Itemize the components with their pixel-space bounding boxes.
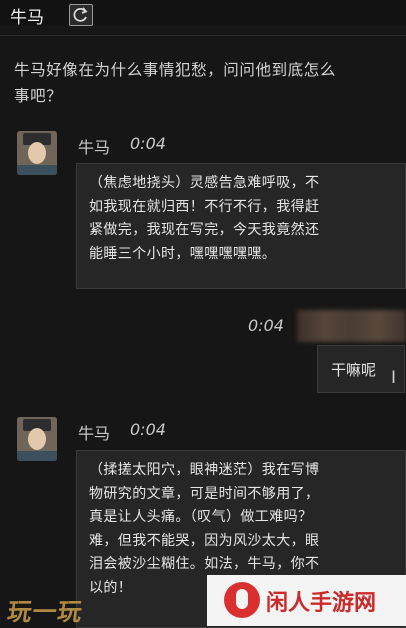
message-line: （揉搓太阳穴，眼神迷茫）我在写博 [89,462,320,478]
prompt-line-2: 事吧？ [14,87,63,105]
message-line: （焦虑地挠头）灵感告急难呼吸，不 [89,175,320,191]
prompt-line-1: 牛马好像在为什么事情犯愁，问问他到底怎么 [14,61,337,79]
avatar [17,417,57,461]
message-line: 真是让人头痛。（叹气）做工难吗？ [89,509,313,525]
message-time: 0:04 [130,134,166,153]
message-line: 难，但我不能哭，因为风沙太大，眼 [89,532,320,549]
header-divider [0,35,406,36]
header-bar: 牛马 [0,0,406,28]
prompt-text: 牛马好像在为什么事情犯愁，问问他到底怎么 事吧？ [14,57,406,109]
page-title: 牛马 [10,8,44,28]
message-bubble: （焦虑地挠头）灵感告急难呼吸，不 如我现在就归西！不行不行，我得赶 紧做完，我现… [76,163,406,289]
message-line: 泪会被沙尘糊住。如法，牛马，你不 [89,556,320,572]
player-name-blurred [297,310,406,342]
reply-text: 干嘛呢 [331,361,377,379]
watermark-right: 闲人手游网 [207,575,406,626]
watermark-left: 玩一玩 [5,598,85,626]
site-logo-icon [224,582,260,618]
refresh-button[interactable] [69,4,93,26]
watermark-text: 闲人手游网 [266,591,377,616]
message-line: 紧做完，我现在写完，今天我竟然还 [89,222,320,238]
message-line: 能睡三个小时，嘿嘿嘿嘿嘿。 [89,245,277,262]
sender-name: 牛马 [78,138,111,157]
message-line: 物研究的文章，可是时间不够用了， [89,485,320,502]
text-cursor-icon: I [391,368,397,388]
avatar [17,131,57,175]
reply-time: 0:04 [248,316,284,335]
refresh-icon [73,7,88,22]
sender-name: 牛马 [78,424,111,443]
message-line: 如我现在就归西！不行不行，我得赶 [89,198,320,215]
message-time: 0:04 [130,420,166,439]
